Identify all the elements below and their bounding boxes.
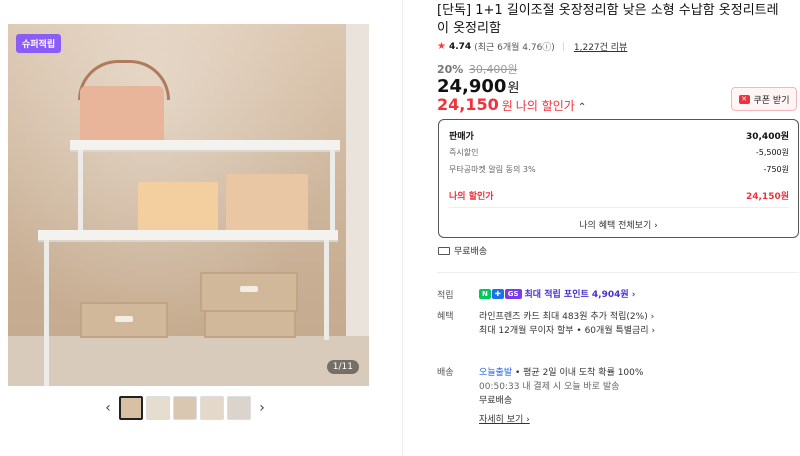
delivery-label: 배송 <box>437 368 454 378</box>
shelf-leg <box>78 150 83 234</box>
sale-price: 24,900원 <box>437 76 519 97</box>
points-label: 적립 <box>437 291 454 301</box>
product-title: [단독] 1+1 길이조절 옷장정리함 낮은 소형 수납함 옷정리트레이 옷정리… <box>437 3 779 36</box>
delivery-time: 00:50:33 내 결제 시 오늘 바로 발송 <box>479 382 620 392</box>
card-benefit-link[interactable]: 라인프렌즈 카드 최대 483원 추가 적립(2%) › <box>479 309 654 322</box>
my-discount-price[interactable]: 24,150 원 나의 할인가 ⌃ <box>437 95 586 114</box>
box-handle <box>115 316 133 322</box>
installment-benefit-link[interactable]: 최대 12개월 무이자 할부 • 60개월 특별금리 › <box>479 323 655 336</box>
handbag-illustration <box>80 86 164 142</box>
sale-price-value: 24,900 <box>437 76 507 97</box>
divider <box>437 272 799 273</box>
delivery-free: 무료배송 <box>479 396 513 406</box>
delivery-info: 오늘출발 • 평균 2일 이내 도착 확률 100% <box>479 365 643 378</box>
closet-side-panel <box>346 24 369 386</box>
breakdown-row: 판매가 30,400원 <box>449 129 789 142</box>
rating-row: ★ 4.74 (최근 6개월 4.76ⓘ) | 1,227건 리뷰 <box>437 40 627 53</box>
folded-clothes <box>226 174 308 232</box>
box-handle <box>240 286 258 292</box>
closet-floor <box>8 336 369 386</box>
reviews-link[interactable]: 1,227건 리뷰 <box>574 40 627 53</box>
chevron-up-icon[interactable]: ⌃ <box>578 102 586 113</box>
today-ship-label: 오늘출발 <box>479 368 513 378</box>
free-shipping-row: 무료배송 <box>438 244 487 257</box>
thumbnail[interactable] <box>146 396 170 420</box>
rating-value: 4.74 <box>448 41 472 52</box>
breakdown-amount: -5,500원 <box>755 148 789 157</box>
rating-note: (최근 6개월 4.76ⓘ) <box>474 43 555 53</box>
thumbnail-strip: ‹ › <box>100 394 280 422</box>
breakdown-amount: 24,150원 <box>745 192 789 202</box>
plus-icon: ✚ <box>491 288 504 299</box>
storage-box <box>204 310 296 338</box>
next-image-icon[interactable]: › <box>254 397 270 419</box>
breakdown-amount: -750원 <box>763 165 789 174</box>
thumbnail[interactable] <box>200 396 224 420</box>
original-price: 30,400원 <box>468 63 518 76</box>
sale-price-unit: 원 <box>507 81 520 96</box>
breakdown-label: 즉시할인 <box>449 148 479 157</box>
points-text: 최대 적립 포인트 4,904원 › <box>524 290 636 300</box>
breakdown-label: 나의 할인가 <box>449 192 494 202</box>
view-all-benefits-link[interactable]: 나의 혜택 전체보기 › <box>439 218 798 231</box>
my-price-value: 24,150 <box>437 95 499 114</box>
delivery-details-link[interactable]: 자세히 보기 › <box>479 412 530 425</box>
breakdown-label: 판매가 <box>449 132 474 142</box>
thumbnail[interactable] <box>119 396 143 420</box>
coupon-icon: ✕ <box>738 94 750 104</box>
product-page: 슈퍼적립 1/11 ‹ › [단독] 1+1 길이조절 옷장정리함 낮은 소형 … <box>0 0 800 456</box>
star-icon: ★ <box>437 41 446 52</box>
breakdown-row: 즉시할인 -5,500원 <box>449 147 789 158</box>
delivery-note: • 평균 2일 이내 도착 확률 100% <box>512 368 644 378</box>
naver-icon: N <box>479 288 491 299</box>
shelf-top <box>70 140 340 152</box>
separator: | <box>561 41 565 52</box>
points-value[interactable]: N ✚ GS 최대 적립 포인트 4,904원 › <box>479 287 635 300</box>
breakdown-label: 무타공마켓 알림 동의 3% <box>449 165 536 174</box>
discount-percent: 20% <box>437 63 464 76</box>
free-shipping-label: 무료배송 <box>454 247 488 257</box>
column-divider <box>402 0 403 456</box>
storage-box <box>200 272 298 312</box>
thumbnail[interactable] <box>227 396 251 420</box>
benefits-label: 혜택 <box>437 312 454 322</box>
shelf-middle <box>38 230 338 242</box>
folded-clothes <box>138 182 218 232</box>
membership-icon: GS <box>504 288 522 299</box>
thumbnail[interactable] <box>173 396 197 420</box>
shelf-leg <box>44 240 49 386</box>
image-counter: 1/11 <box>326 360 359 374</box>
my-price-label: 나의 할인가 <box>515 99 575 113</box>
breakdown-row-my-price: 나의 할인가 24,150원 <box>449 189 789 202</box>
breakdown-amount: 30,400원 <box>745 132 789 142</box>
price-breakdown-box: 판매가 30,400원 즉시할인 -5,500원 무타공마켓 알림 동의 3% … <box>438 119 799 238</box>
coupon-button-label: 쿠폰 받기 <box>753 95 790 106</box>
get-coupon-button[interactable]: ✕ 쿠폰 받기 <box>731 87 797 111</box>
truck-icon <box>438 246 450 255</box>
main-product-image[interactable]: 슈퍼적립 1/11 <box>8 24 369 386</box>
super-points-badge: 슈퍼적립 <box>16 34 62 53</box>
divider <box>449 207 789 208</box>
discount-row: 20% 30,400원 <box>437 61 517 77</box>
breakdown-row: 무타공마켓 알림 동의 3% -750원 <box>449 164 789 175</box>
shelf-leg <box>324 240 329 340</box>
shelf-leg <box>330 150 335 234</box>
my-price-unit: 원 <box>501 99 513 113</box>
prev-image-icon[interactable]: ‹ <box>100 397 116 419</box>
